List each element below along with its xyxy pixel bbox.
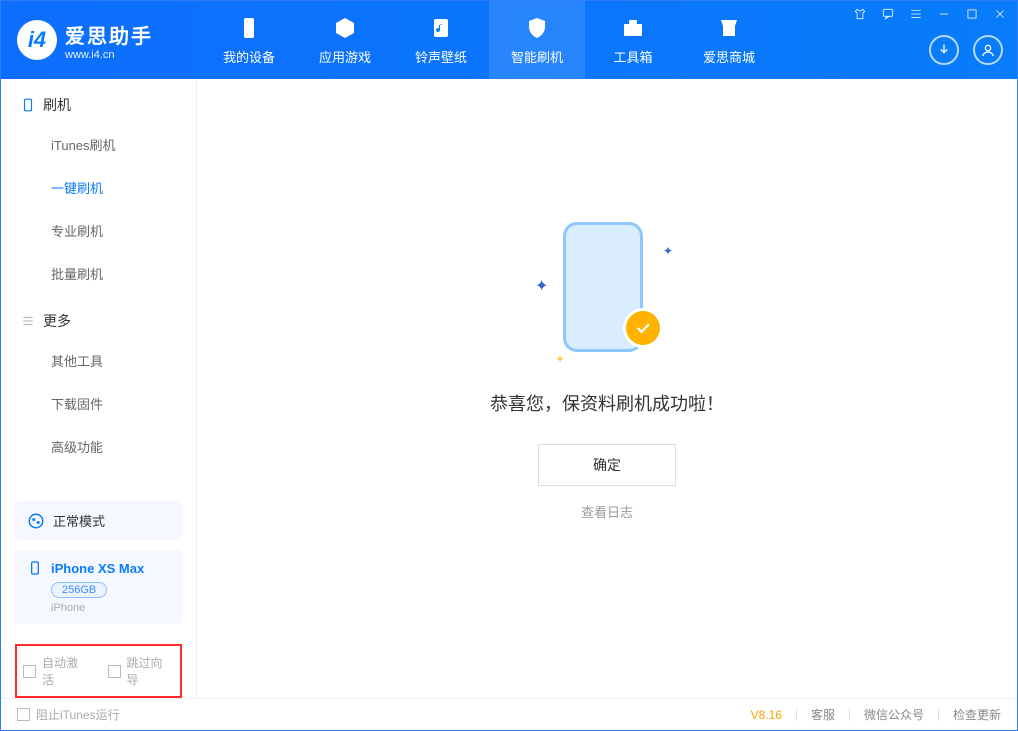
mode-card[interactable]: 正常模式 [15, 501, 182, 540]
sidebar-item-pro-flash[interactable]: 专业刷机 [51, 209, 196, 252]
check-badge-icon [623, 308, 663, 348]
sidebar-section-more: 更多 [1, 295, 196, 339]
user-button[interactable] [973, 35, 1003, 65]
app-subtitle: www.i4.cn [65, 49, 153, 61]
block-itunes-checkbox[interactable]: 阻止iTunes运行 [17, 706, 120, 723]
auto-activate-checkbox[interactable]: 自动激活 [23, 654, 90, 688]
ok-button[interactable]: 确定 [538, 444, 676, 486]
mode-icon [27, 512, 45, 530]
storage-badge: 256GB [51, 582, 107, 598]
device-name: iPhone XS Max [51, 561, 144, 576]
toolbox-icon [620, 15, 646, 41]
device-type: iPhone [51, 602, 170, 614]
music-icon [428, 15, 454, 41]
download-button[interactable] [929, 35, 959, 65]
maximize-icon[interactable] [965, 7, 979, 21]
cube-icon [332, 15, 358, 41]
device-card[interactable]: iPhone XS Max 256GB iPhone [15, 550, 182, 624]
main-content: ✦✦✦ 恭喜您，保资料刷机成功啦！ 确定 查看日志 [197, 79, 1017, 698]
skip-guide-checkbox[interactable]: 跳过向导 [108, 654, 175, 688]
close-icon[interactable] [993, 7, 1007, 21]
window-controls [853, 7, 1007, 21]
tab-label: 工具箱 [613, 47, 652, 66]
tab-toolbox[interactable]: 工具箱 [585, 1, 681, 79]
footer-link-support[interactable]: 客服 [811, 706, 835, 723]
sidebar: 刷机 iTunes刷机 一键刷机 专业刷机 批量刷机 更多 其他工具 下载固件 … [1, 79, 197, 698]
footer: 阻止iTunes运行 V8.16 客服 微信公众号 检查更新 [1, 698, 1017, 730]
app-header: i4 爱思助手 www.i4.cn 我的设备 应用游戏 铃声壁纸 智能刷机 工具… [1, 1, 1017, 79]
shirt-icon[interactable] [853, 7, 867, 21]
sidebar-item-itunes-flash[interactable]: iTunes刷机 [51, 123, 196, 166]
tab-label: 爱思商城 [703, 47, 755, 66]
tab-label: 铃声壁纸 [415, 47, 467, 66]
view-log-link[interactable]: 查看日志 [581, 502, 633, 521]
app-title: 爱思助手 [65, 20, 153, 49]
footer-link-wechat[interactable]: 微信公众号 [864, 706, 924, 723]
checkbox-icon [23, 665, 36, 678]
sidebar-section-flash: 刷机 [1, 79, 196, 123]
device-icon [236, 15, 262, 41]
success-illustration: ✦✦✦ [547, 216, 667, 366]
sidebar-item-download-firmware[interactable]: 下载固件 [51, 382, 196, 425]
logo-area: i4 爱思助手 www.i4.cn [1, 20, 201, 61]
tab-my-device[interactable]: 我的设备 [201, 1, 297, 79]
sidebar-item-oneclick-flash[interactable]: 一键刷机 [51, 166, 196, 209]
minimize-icon[interactable] [937, 7, 951, 21]
phone-icon [27, 560, 43, 576]
list-icon [21, 314, 35, 328]
footer-link-update[interactable]: 检查更新 [953, 706, 1001, 723]
tab-smart-flash[interactable]: 智能刷机 [489, 1, 585, 79]
tab-label: 智能刷机 [511, 47, 563, 66]
options-highlight-box: 自动激活 跳过向导 [15, 644, 182, 698]
version-label: V8.16 [751, 708, 782, 722]
menu-icon[interactable] [909, 7, 923, 21]
feedback-icon[interactable] [881, 7, 895, 21]
tab-ringtones[interactable]: 铃声壁纸 [393, 1, 489, 79]
shield-icon [524, 15, 550, 41]
sidebar-item-advanced[interactable]: 高级功能 [51, 425, 196, 468]
sidebar-item-batch-flash[interactable]: 批量刷机 [51, 252, 196, 295]
header-right-actions [929, 35, 1003, 65]
nav-tabs: 我的设备 应用游戏 铃声壁纸 智能刷机 工具箱 爱思商城 [201, 1, 777, 79]
tab-store[interactable]: 爱思商城 [681, 1, 777, 79]
store-icon [716, 15, 742, 41]
tab-label: 应用游戏 [319, 47, 371, 66]
tab-label: 我的设备 [223, 47, 275, 66]
checkbox-icon [17, 708, 30, 721]
checkbox-icon [108, 665, 121, 678]
logo-icon: i4 [17, 20, 57, 60]
sidebar-item-other-tools[interactable]: 其他工具 [51, 339, 196, 382]
success-message: 恭喜您，保资料刷机成功啦！ [490, 390, 724, 416]
tab-apps-games[interactable]: 应用游戏 [297, 1, 393, 79]
phone-icon [21, 98, 35, 112]
